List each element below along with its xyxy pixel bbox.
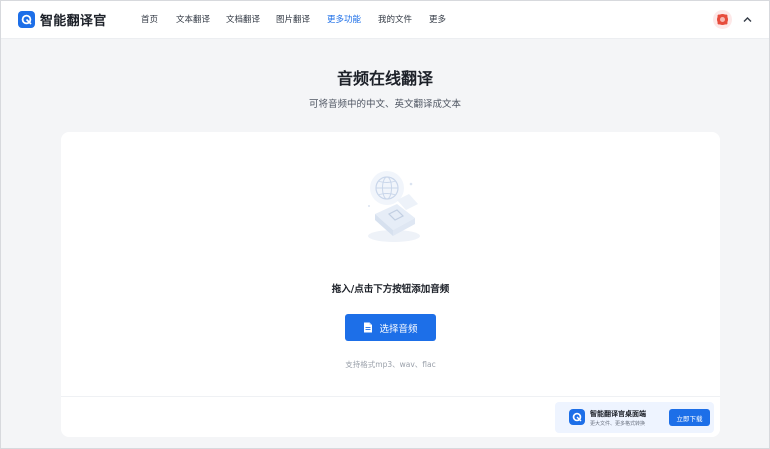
nav-item-doc-translate[interactable]: 文档翻译 — [226, 13, 260, 25]
desktop-app-icon — [569, 409, 585, 425]
page-subtitle: 可将音频中的中文、英文翻译成文本 — [308, 99, 461, 110]
nav-item-text-translate[interactable]: 文本翻译 — [176, 13, 210, 25]
promo-title: 智能翻译官桌面端 — [590, 410, 646, 418]
avatar-icon — [717, 14, 728, 25]
brand[interactable]: 智能翻译官 — [18, 10, 107, 29]
select-audio-label: 选择音频 — [379, 323, 418, 335]
brand-name: 智能翻译官 — [40, 14, 107, 29]
upload-illustration-icon — [368, 171, 420, 242]
top-navigation-bar: 智能翻译官 首页 文本翻译 文档翻译 图片翻译 更多功能 我的文件 更多 — [1, 1, 769, 39]
logo-icon — [18, 11, 35, 28]
nav-item-home[interactable]: 首页 — [141, 13, 158, 25]
card-divider — [61, 396, 720, 397]
nav-item-more-features[interactable]: 更多功能 — [327, 13, 361, 25]
select-audio-button[interactable]: 选择音频 — [345, 314, 436, 341]
nav-item-my-files[interactable]: 我的文件 — [378, 13, 412, 25]
nav-item-image-translate[interactable]: 图片翻译 — [276, 13, 310, 25]
upload-card[interactable]: 拖入/点击下方按钮添加音频 选择音频 支持格式mp3、wav、flac 智能翻译… — [61, 132, 720, 437]
supported-formats: 支持格式mp3、wav、flac — [345, 360, 436, 369]
avatar[interactable] — [713, 10, 732, 29]
file-icon — [364, 322, 373, 333]
promo-description: 更大文件、更多格式转换 — [590, 421, 646, 427]
chevron-up-icon[interactable] — [742, 14, 753, 25]
desktop-promo: 智能翻译官桌面端 更大文件、更多格式转换 立即下载 — [555, 402, 714, 433]
nav-item-more[interactable]: 更多 — [429, 13, 446, 25]
page-title: 音频在线翻译 — [336, 69, 433, 88]
drop-instruction: 拖入/点击下方按钮添加音频 — [331, 284, 450, 295]
download-now-button[interactable]: 立即下载 — [669, 409, 710, 426]
